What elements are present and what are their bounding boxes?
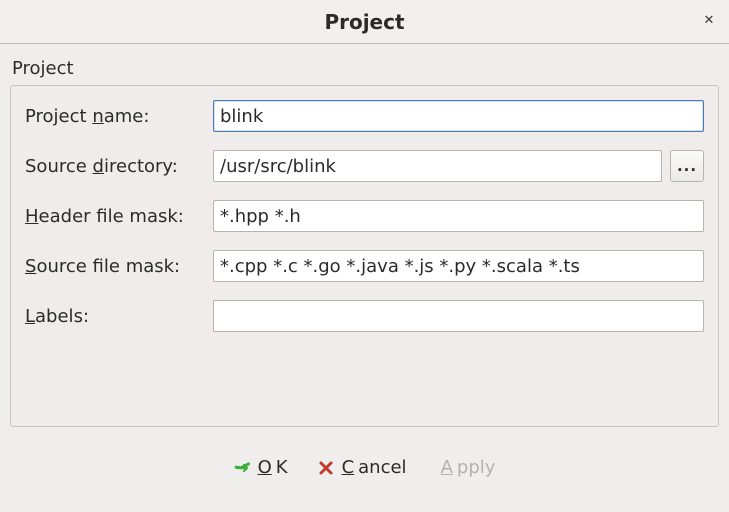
label-labels: Labels:	[25, 306, 213, 327]
source-mask-input[interactable]	[213, 250, 704, 282]
label-mnemonic: n	[92, 106, 103, 127]
row-source-mask: Source file mask:	[25, 250, 704, 282]
button-mnemonic: A	[441, 457, 453, 478]
label-mnemonic: d	[93, 156, 104, 177]
project-name-input[interactable]	[213, 100, 704, 132]
cancel-button[interactable]: Cancel	[314, 455, 411, 480]
ok-button[interactable]: OK	[230, 455, 292, 480]
row-header-mask: Header file mask:	[25, 200, 704, 232]
button-text: ancel	[358, 457, 406, 478]
label-source-directory: Source directory:	[25, 156, 213, 177]
apply-button: Apply	[433, 455, 500, 480]
label-mnemonic: L	[25, 306, 35, 327]
browse-button[interactable]: ...	[670, 150, 704, 182]
label-project-name: Project name:	[25, 106, 213, 127]
label-text: Source	[25, 156, 93, 177]
label-header-mask: Header file mask:	[25, 206, 213, 227]
label-text: eader file mask:	[39, 206, 184, 227]
section-heading: Project	[12, 58, 719, 79]
label-mnemonic: H	[25, 206, 39, 227]
title-bar: Project ✕	[0, 0, 729, 44]
close-icon[interactable]: ✕	[699, 10, 719, 30]
row-project-name: Project name:	[25, 100, 704, 132]
row-source-directory: Source directory: ...	[25, 150, 704, 182]
cancel-icon	[318, 460, 334, 476]
button-text: K	[276, 457, 288, 478]
dialog-content: Project Project name: Source directory: …	[0, 44, 729, 480]
label-mnemonic: S	[25, 256, 36, 277]
form-group: Project name: Source directory: ... Head…	[10, 85, 719, 427]
window-title: Project	[324, 10, 404, 34]
label-text: Project	[25, 106, 92, 127]
button-mnemonic: C	[342, 457, 355, 478]
label-text: ource file mask:	[36, 256, 180, 277]
source-directory-input[interactable]	[213, 150, 662, 182]
header-mask-input[interactable]	[213, 200, 704, 232]
label-source-mask: Source file mask:	[25, 256, 213, 277]
label-text: abels:	[35, 306, 89, 327]
button-mnemonic: O	[258, 457, 272, 478]
labels-input[interactable]	[213, 300, 704, 332]
button-bar: OK Cancel Apply	[10, 455, 719, 480]
label-text: ame:	[104, 106, 150, 127]
button-text: pply	[457, 457, 496, 478]
ok-icon	[234, 460, 250, 476]
row-labels: Labels:	[25, 300, 704, 332]
label-text: irectory:	[104, 156, 178, 177]
